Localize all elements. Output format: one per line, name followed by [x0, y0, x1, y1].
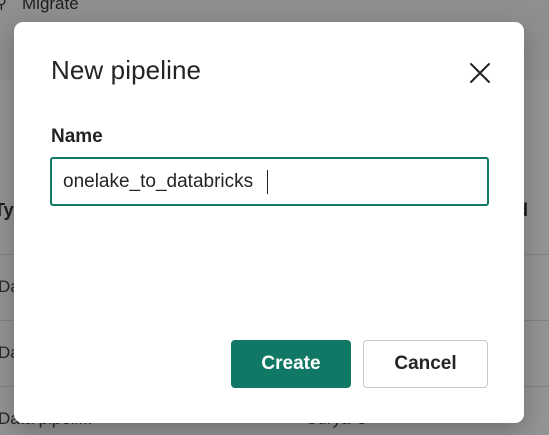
dialog-title: New pipeline — [51, 55, 202, 85]
close-button[interactable] — [466, 59, 494, 87]
text-caret — [267, 170, 268, 194]
create-button[interactable]: Create — [231, 340, 351, 388]
new-pipeline-dialog: New pipeline Name Create Cancel — [14, 22, 524, 423]
name-label: Name — [51, 126, 103, 147]
name-input[interactable] — [50, 157, 489, 206]
close-icon — [470, 63, 490, 83]
cancel-button[interactable]: Cancel — [363, 340, 488, 388]
